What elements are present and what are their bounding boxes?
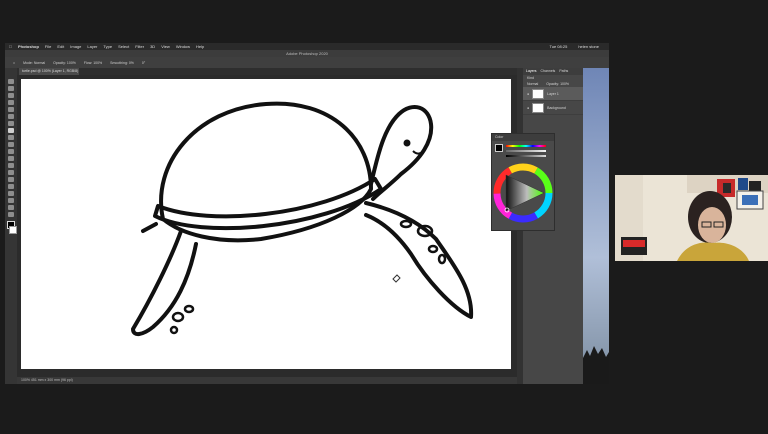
brush-tool-icon[interactable] [8, 128, 14, 133]
window-title: Adobe Photoshop 2020 [286, 51, 328, 56]
clock: Tue 08:25 [549, 44, 568, 49]
tab-paths[interactable]: Paths [559, 68, 568, 75]
option-angle[interactable]: 0° [142, 61, 145, 65]
option-smoothing[interactable]: Smoothing: 0% [110, 61, 134, 65]
blur-tool-icon[interactable] [8, 163, 14, 168]
turtle-tail [141, 222, 158, 233]
shape-tool-icon[interactable] [8, 198, 14, 203]
document-tab-strip [5, 68, 517, 75]
crop-tool-icon[interactable] [8, 107, 14, 112]
eyedropper-tool-icon[interactable] [8, 114, 14, 119]
foreground-swatch[interactable] [495, 144, 503, 152]
filter-kind[interactable]: Kind [527, 76, 534, 80]
turtle-back-flipper [131, 229, 198, 336]
menu-type[interactable]: Type [103, 43, 112, 50]
shell-rim [153, 177, 383, 231]
document-tab[interactable]: turtle.psd @ 100% (Layer 1, RGB/8) × [19, 68, 79, 80]
gradient-tool-icon[interactable] [8, 156, 14, 161]
home-icon[interactable]: ⌂ [13, 61, 15, 65]
window-title-bar: Adobe Photoshop 2020 [5, 50, 609, 57]
layer-name: Background [547, 105, 566, 110]
mac-menubar:  Photoshop File Edit Image Layer Type S… [5, 43, 609, 50]
healing-tool-icon[interactable] [8, 121, 14, 126]
flipper-spot [183, 304, 195, 314]
layer-row[interactable]: ● Layer 1 [523, 87, 583, 101]
color-panel-title: Color [492, 134, 554, 141]
user-name[interactable]: helen stone [578, 43, 599, 50]
lasso-tool-icon[interactable] [8, 93, 14, 98]
blend-mode-select[interactable]: Normal [527, 81, 538, 87]
canvas[interactable] [21, 79, 511, 369]
flipper-spot [169, 325, 179, 335]
background-color-swatch[interactable] [9, 226, 17, 234]
layer-thumbnail [532, 102, 545, 113]
flipper-spot [427, 244, 439, 254]
menu-edit[interactable]: Edit [57, 43, 64, 50]
zoom-tool-icon[interactable] [8, 212, 14, 217]
tab-channels[interactable]: Channels [541, 68, 556, 75]
tab-layers[interactable]: Layers [526, 68, 537, 75]
tools-panel [5, 68, 17, 384]
stamp-tool-icon[interactable] [8, 135, 14, 140]
hand-tool-icon[interactable] [8, 205, 14, 210]
hue-slider[interactable] [506, 145, 546, 147]
color-panel: Color [491, 133, 555, 231]
menu-photoshop[interactable]: Photoshop [18, 43, 39, 50]
flipper-spot [399, 219, 413, 229]
dodge-tool-icon[interactable] [8, 170, 14, 175]
move-tool-icon[interactable] [8, 79, 14, 84]
flipper-spot [171, 311, 185, 323]
menu-file[interactable]: File [45, 43, 51, 50]
pen-tool-icon[interactable] [8, 177, 14, 182]
brush-cursor-icon [392, 274, 401, 283]
eraser-tool-icon[interactable] [8, 149, 14, 154]
desktop-background [583, 68, 609, 384]
path-select-tool-icon[interactable] [8, 191, 14, 196]
menu-select[interactable]: Select [118, 43, 129, 50]
layer-name: Layer 1 [547, 91, 559, 96]
webcam-feed [615, 175, 768, 261]
menu-3d[interactable]: 3D [150, 43, 155, 50]
turtle-drawing [131, 101, 474, 336]
brightness-slider[interactable] [506, 155, 546, 157]
menu-help[interactable]: Help [196, 43, 204, 50]
color-wheel[interactable] [492, 162, 554, 224]
marquee-tool-icon[interactable] [8, 86, 14, 91]
saturation-slider[interactable] [506, 150, 546, 152]
flipper-spot [437, 253, 447, 265]
webcam-video [615, 175, 768, 261]
option-flow[interactable]: Flow: 100% [84, 61, 102, 65]
eye-icon[interactable]: ● [527, 106, 529, 110]
layer-opacity[interactable]: Opacity: 100% [546, 81, 569, 87]
history-brush-tool-icon[interactable] [8, 142, 14, 147]
menu-image[interactable]: Image [70, 43, 81, 50]
option-mode[interactable]: Mode: Normal [23, 61, 45, 65]
status-bar: 100% 451 mm x 300 mm (96 ppi) [17, 377, 517, 384]
layer-row[interactable]: ● Background [523, 101, 583, 115]
menu-filter[interactable]: Filter [135, 43, 144, 50]
apple-menu-icon[interactable]:  [9, 43, 12, 50]
option-opacity[interactable]: Opacity: 100% [53, 61, 76, 65]
document-status: 100% 451 mm x 300 mm (96 ppi) [21, 378, 73, 382]
quick-select-tool-icon[interactable] [8, 100, 14, 105]
turtle-shell [159, 101, 373, 243]
menu-window[interactable]: Window [176, 43, 190, 50]
type-tool-icon[interactable] [8, 184, 14, 189]
menu-layer[interactable]: Layer [87, 43, 97, 50]
turtle-eye [403, 139, 411, 147]
eye-icon[interactable]: ● [527, 92, 529, 96]
tree-silhouette [583, 346, 609, 384]
layer-thumbnail [532, 88, 545, 99]
turtle-front-flipper [364, 201, 474, 319]
menu-view[interactable]: View [161, 43, 170, 50]
